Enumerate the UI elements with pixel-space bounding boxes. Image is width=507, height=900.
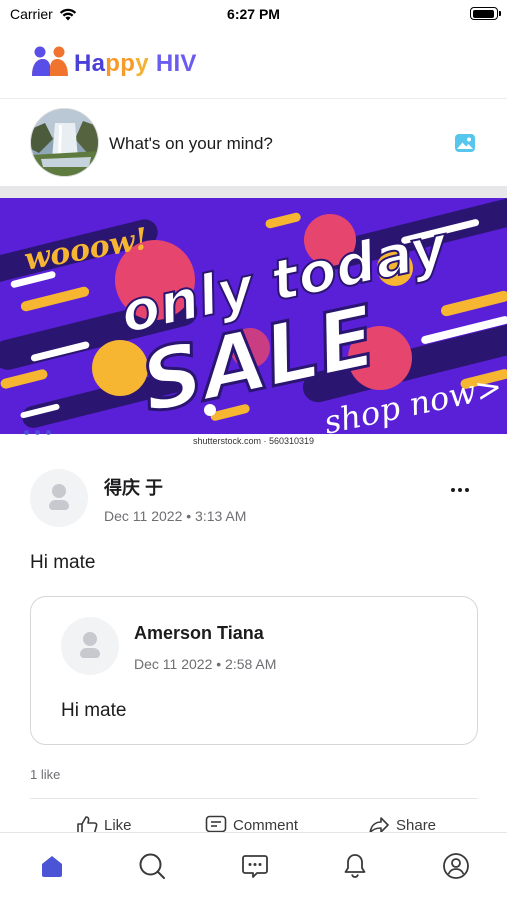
user-avatar[interactable] bbox=[30, 108, 99, 177]
tab-profile[interactable] bbox=[441, 851, 471, 881]
tab-home[interactable] bbox=[37, 851, 67, 881]
section-divider bbox=[0, 186, 507, 198]
bell-icon bbox=[344, 854, 366, 878]
tab-search[interactable] bbox=[137, 851, 167, 881]
shared-author-avatar[interactable] bbox=[61, 617, 119, 675]
chat-icon bbox=[242, 855, 268, 878]
post-text: Hi mate bbox=[30, 552, 96, 573]
status-bar: Carrier 6:27 PM bbox=[0, 0, 507, 30]
promo-banner[interactable]: wooow! only today SALE shop now> bbox=[0, 198, 507, 434]
waterfall-photo bbox=[31, 109, 98, 176]
post-timestamp: Dec 11 2022 • 3:13 AM bbox=[104, 508, 247, 524]
bottom-tab-bar bbox=[0, 832, 507, 900]
post-composer[interactable]: What's on your mind? bbox=[0, 100, 507, 186]
sale-banner-art: wooow! only today SALE shop now> bbox=[0, 198, 507, 434]
image-icon[interactable] bbox=[454, 132, 476, 154]
banner-caption: shutterstock.com · 560310319 bbox=[192, 436, 315, 446]
shared-post-card[interactable]: Amerson Tiana Dec 11 2022 • 2:58 AM Hi m… bbox=[30, 596, 478, 745]
profile-icon bbox=[443, 853, 469, 879]
shared-post-text: Hi mate bbox=[61, 700, 127, 721]
status-time: 6:27 PM bbox=[227, 6, 280, 22]
post-author-avatar[interactable] bbox=[30, 469, 88, 527]
more-options-icon[interactable] bbox=[451, 488, 473, 494]
post-author-name[interactable]: 得庆 于 bbox=[104, 474, 163, 500]
composer-prompt[interactable]: What's on your mind? bbox=[109, 134, 273, 154]
carousel-dots[interactable] bbox=[24, 430, 51, 435]
app-header: Happy HIV bbox=[0, 30, 507, 99]
tab-messages[interactable] bbox=[240, 851, 270, 881]
home-icon bbox=[42, 856, 62, 877]
like-count[interactable]: 1 like bbox=[30, 767, 60, 782]
shared-author-name[interactable]: Amerson Tiana bbox=[134, 623, 264, 644]
search-icon bbox=[139, 853, 165, 879]
app-title: Happy HIV bbox=[74, 50, 197, 77]
battery-icon bbox=[470, 7, 501, 20]
tab-notifications[interactable] bbox=[340, 851, 370, 881]
actions-divider bbox=[30, 798, 478, 799]
shared-timestamp: Dec 11 2022 • 2:58 AM bbox=[134, 656, 277, 672]
happy-hiv-logo-icon bbox=[32, 46, 68, 76]
